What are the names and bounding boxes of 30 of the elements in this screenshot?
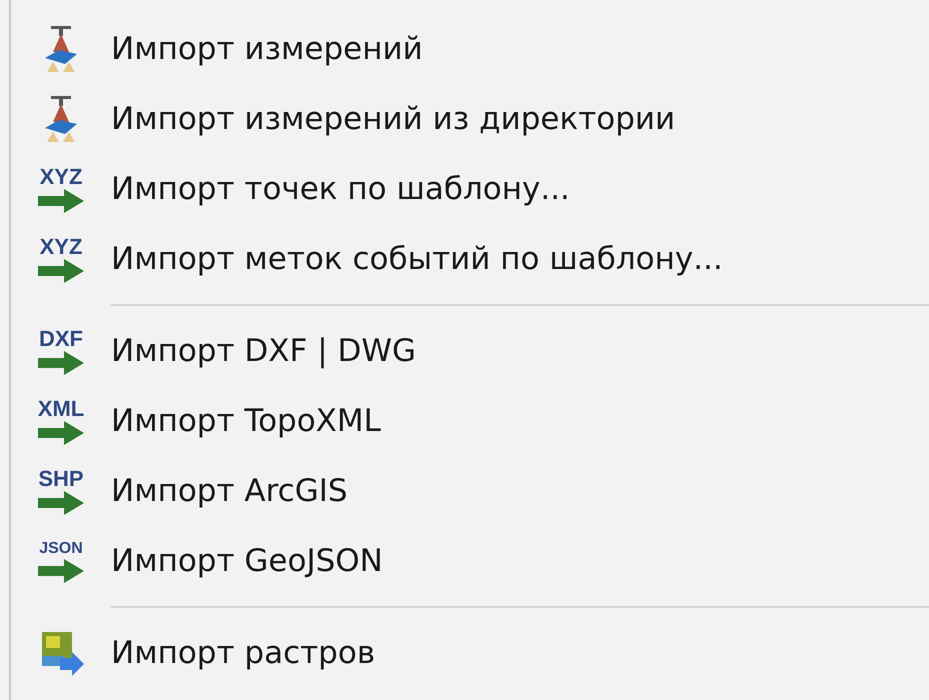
menu-item-label: Импорт измерений из директории (111, 101, 676, 137)
arrow-icon (38, 558, 84, 582)
format-label: XYZ (40, 166, 82, 188)
menu-item-label: Импорт измерений (111, 31, 423, 67)
arrow-icon (38, 420, 84, 444)
menu-item[interactable]: XYZ Импорт точек по шаблону... (11, 154, 929, 224)
menu-item[interactable]: Импорт растров (11, 618, 929, 688)
menu-item-label: Импорт DXF | DWG (111, 333, 416, 369)
menu-item-label: Импорт TopoXML (111, 403, 381, 439)
arrow-icon (38, 350, 84, 374)
menu-item-label: Импорт точек по шаблону... (111, 171, 570, 207)
format-label: DXF (39, 328, 83, 350)
arrow-icon (38, 490, 84, 514)
format-label: XYZ (40, 236, 82, 258)
format-label: XML (38, 398, 84, 420)
menu-item[interactable]: XYZ Импорт меток событий по шаблону... (11, 224, 929, 294)
format-label: JSON (39, 540, 83, 558)
menu-item-label: Импорт меток событий по шаблону... (111, 241, 723, 277)
menu-item-label: Импорт ArcGIS (111, 473, 348, 509)
format-label: SHP (38, 468, 84, 490)
menu-item[interactable]: XML Импорт TopoXML (11, 386, 929, 456)
arrow-icon (38, 258, 84, 282)
menu-item-label: Импорт растров (111, 635, 376, 671)
menu-item-label: Импорт GeoJSON (111, 543, 383, 579)
arrow-icon (38, 188, 84, 212)
menu-item[interactable]: Импорт измерений из директории (11, 84, 929, 154)
menu-item[interactable]: DXF Импорт DXF | DWG (11, 316, 929, 386)
menu-item[interactable]: SHP Импорт ArcGIS (11, 456, 929, 526)
menu-item[interactable]: Импорт измерений (11, 14, 929, 84)
menu-item[interactable]: JSON Импорт GeoJSON (11, 526, 929, 596)
